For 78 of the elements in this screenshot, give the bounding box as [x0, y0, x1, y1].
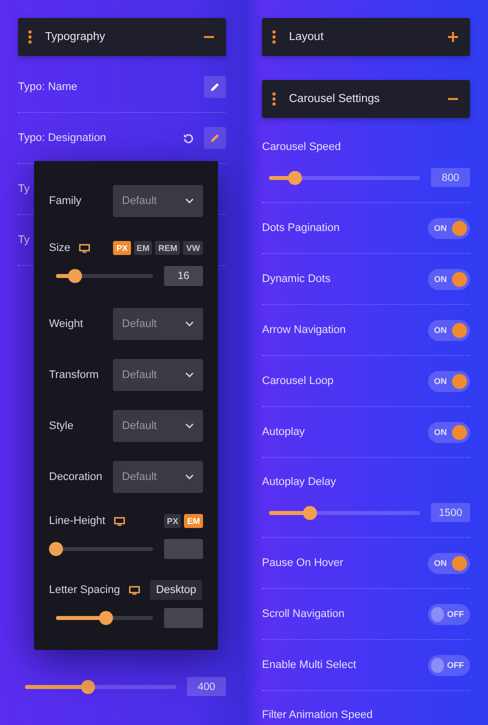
toggle-switch[interactable]: ON: [428, 370, 470, 392]
toggle-switch[interactable]: ON: [428, 268, 470, 290]
drag-handle-icon: [272, 92, 276, 106]
unit-tab[interactable]: VW: [183, 241, 203, 255]
setting-label: Arrow Navigation: [262, 324, 346, 336]
section-header[interactable]: Typography: [18, 18, 226, 56]
unit-tab[interactable]: REM: [155, 241, 180, 255]
slider-thumb[interactable]: [81, 680, 96, 694]
setting-label: Autoplay Delay: [262, 476, 337, 488]
monitor-icon[interactable]: [79, 244, 90, 252]
toggle-switch[interactable]: OFF: [428, 604, 470, 624]
setting-label: Autoplay: [262, 426, 305, 438]
setting-label: Filter Animation Speed: [262, 709, 373, 721]
pencil-icon: [210, 82, 220, 92]
select-field[interactable]: Default: [113, 410, 203, 442]
edit-button[interactable]: [204, 127, 226, 149]
value-field[interactable]: 800: [431, 168, 470, 187]
field-label: Ty: [18, 183, 30, 195]
setting-label: Pause On Hover: [262, 557, 344, 569]
option-label: Letter Spacing: [49, 584, 120, 596]
value-field[interactable]: 1500: [431, 503, 470, 522]
setting-label: Enable Multi Select: [262, 659, 356, 671]
section-header[interactable]: Carousel Settings: [262, 80, 470, 118]
setting-label: Carousel Speed: [262, 141, 342, 153]
option-label: Family: [49, 195, 82, 207]
section-header[interactable]: Layout: [262, 18, 470, 56]
option-label: Transform: [49, 368, 100, 380]
section-title: Carousel Settings: [289, 93, 381, 105]
unit-tab[interactable]: EM: [184, 514, 203, 528]
select-field[interactable]: Default: [113, 185, 203, 217]
option-label: Decoration: [49, 470, 104, 482]
edit-button[interactable]: [204, 76, 226, 98]
unit-tab[interactable]: EM: [134, 241, 152, 255]
option-label: Weight: [49, 318, 84, 330]
field-label: Ty: [18, 234, 30, 246]
setting-label: Dynamic Dots: [262, 273, 330, 285]
section-title: Layout: [289, 31, 325, 43]
slider-thumb[interactable]: [302, 506, 317, 520]
option-label: Style: [49, 420, 74, 432]
field-label: Typo: Designation: [18, 132, 106, 144]
option-label: Size: [49, 242, 70, 254]
drag-handle-icon: [28, 30, 32, 44]
toggle-switch[interactable]: ON: [428, 422, 470, 442]
option-label: Line-Height: [49, 515, 106, 527]
slider-thumb[interactable]: [49, 542, 63, 556]
tooltip: Desktop: [150, 580, 202, 600]
value-field[interactable]: 400: [187, 677, 226, 696]
setting-label: Carousel Loop: [262, 375, 334, 387]
slider-thumb[interactable]: [288, 170, 302, 184]
value-field[interactable]: [164, 608, 203, 628]
setting-label: Scroll Navigation: [262, 608, 345, 620]
field-label: Typo: Name: [18, 81, 78, 93]
setting-label: Dots Pagination: [262, 222, 340, 234]
reset-icon[interactable]: [183, 132, 194, 144]
select-field[interactable]: Default: [113, 358, 203, 390]
chevron-down-icon: [185, 198, 194, 204]
monitor-icon[interactable]: [114, 516, 126, 526]
chevron-down-icon: [185, 320, 194, 326]
unit-tab[interactable]: PX: [113, 241, 131, 255]
value-field[interactable]: 16: [164, 266, 203, 286]
pencil-icon: [210, 133, 220, 143]
toggle-switch[interactable]: OFF: [428, 654, 470, 676]
toggle-switch[interactable]: ON: [428, 320, 470, 340]
chevron-down-icon: [185, 372, 194, 378]
chevron-down-icon: [185, 474, 194, 480]
select-field[interactable]: Default: [113, 460, 203, 492]
select-field[interactable]: Default: [113, 308, 203, 340]
plus-icon[interactable]: [448, 32, 458, 42]
slider-thumb[interactable]: [99, 611, 114, 625]
toggle-switch[interactable]: ON: [428, 552, 470, 574]
slider-thumb[interactable]: [68, 269, 82, 283]
section-title: Typography: [45, 31, 106, 43]
unit-tab[interactable]: PX: [164, 514, 182, 528]
toggle-switch[interactable]: ON: [428, 218, 470, 238]
chevron-down-icon: [185, 422, 194, 428]
drag-handle-icon: [272, 30, 276, 44]
value-field[interactable]: [164, 539, 203, 559]
monitor-icon[interactable]: [128, 586, 140, 594]
